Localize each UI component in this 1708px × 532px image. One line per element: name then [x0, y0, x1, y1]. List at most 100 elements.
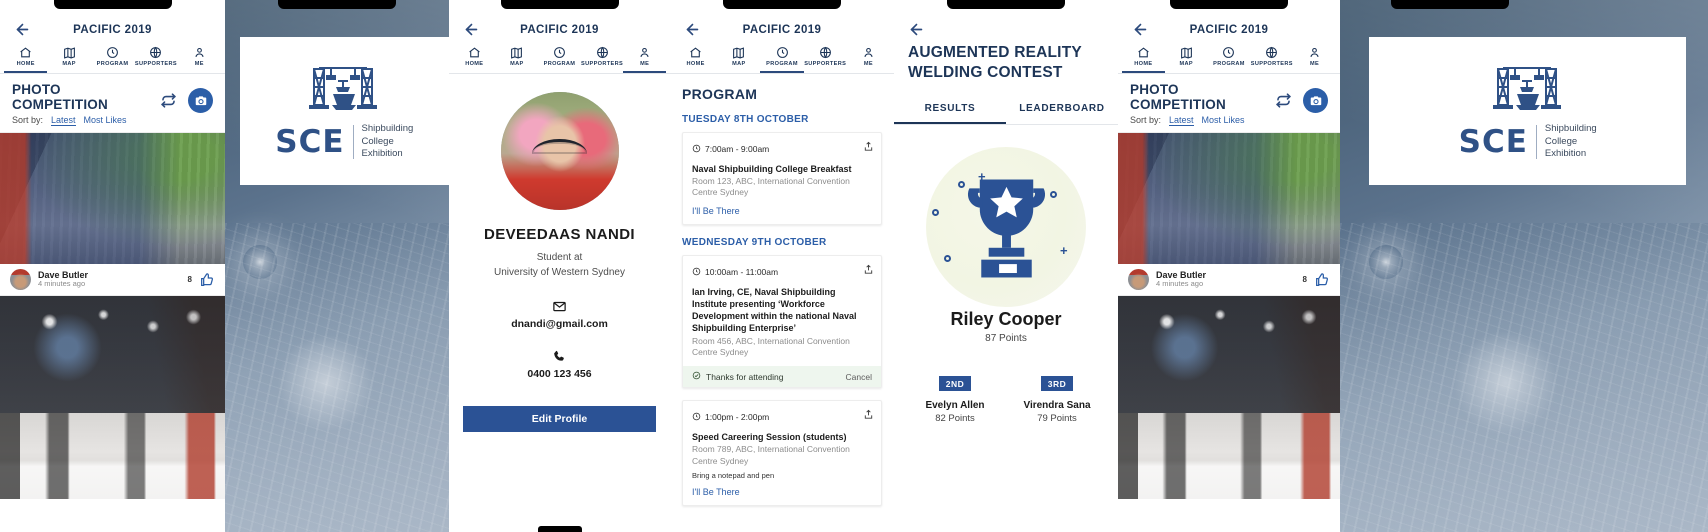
logo-divider [1535, 125, 1537, 159]
nav-item-map[interactable]: MAP [717, 45, 760, 73]
nav-item-program[interactable]: PROGRAM [1208, 45, 1251, 73]
thumbs-up-icon[interactable] [199, 272, 215, 288]
feed-photo[interactable] [0, 133, 225, 264]
back-button[interactable] [461, 20, 481, 40]
clock-icon [1222, 45, 1236, 59]
nav-item-home[interactable]: HOME [4, 45, 48, 73]
nav-label-home: HOME [465, 61, 484, 67]
person-icon [1308, 45, 1322, 59]
session-card[interactable]: 10:00am - 11:00am Ian Irving, CE, Naval … [682, 254, 882, 389]
like-count: 8 [187, 275, 192, 284]
nav-label-me: ME [1310, 61, 1320, 67]
thumbs-up-icon[interactable] [1314, 272, 1330, 288]
phone-panel-contest-results: AUGMENTED REALITY WELDING CONTEST RESULT… [894, 0, 1118, 532]
phone-panel-profile: PACIFIC 2019 HOME MAP PROGRAM SUPPORTERS… [449, 0, 670, 532]
feed-photo[interactable] [0, 296, 225, 413]
nav-item-supporters[interactable]: SUPPORTERS [581, 45, 624, 73]
cancel-attendance-button[interactable]: Cancel [846, 372, 872, 382]
camera-button[interactable] [1303, 88, 1328, 113]
day-header: WEDNESDAY 9TH OCTOBER [682, 236, 827, 248]
trophy-illustration: + + [916, 146, 1096, 307]
trophy-icon [967, 179, 1045, 278]
runner-up-second: 2ND Evelyn Allen 82 Points [912, 374, 998, 424]
ill-be-there-button[interactable]: I'll Be There [692, 487, 872, 497]
home-icon [19, 45, 33, 59]
nav-label-program: PROGRAM [543, 61, 576, 67]
nav-item-supporters[interactable]: SUPPORTERS [804, 45, 847, 73]
rank-badge: 2ND [938, 376, 972, 392]
share-icon[interactable] [863, 407, 874, 419]
edit-profile-button[interactable]: Edit Profile [463, 406, 656, 432]
nav-label-map: MAP [510, 61, 524, 67]
contact-phone-block[interactable]: 0400 123 456 [527, 349, 592, 380]
app-header: PACIFIC 2019 HOME MAP PROGRAM SUPPORTERS… [0, 9, 225, 74]
envelope-icon [511, 299, 608, 314]
device-notch [500, 0, 619, 9]
tab-leaderboard[interactable]: LEADERBOARD [1006, 97, 1118, 124]
post-time: 4 minutes ago [38, 279, 86, 289]
sort-option-latest[interactable]: Latest [1169, 115, 1194, 126]
feed-photo[interactable] [0, 413, 225, 499]
nav-label-me: ME [194, 61, 204, 67]
nav-item-home[interactable]: HOME [1122, 45, 1165, 73]
device-notch [53, 0, 172, 9]
session-note: Bring a notepad and pen [692, 470, 775, 480]
refresh-icon[interactable] [1274, 91, 1293, 110]
nav-item-supporters[interactable]: SUPPORTERS [134, 45, 177, 73]
refresh-icon[interactable] [159, 91, 178, 110]
contact-email-block[interactable]: dnandi@gmail.com [511, 299, 608, 330]
contest-title-line2: WELDING CONTEST [908, 63, 1063, 81]
tab-results[interactable]: RESULTS [894, 97, 1006, 124]
feed-photo[interactable] [1118, 296, 1340, 413]
nav-item-me[interactable]: ME [1293, 45, 1336, 73]
nav-item-me[interactable]: ME [623, 45, 666, 73]
feed-photo[interactable] [1118, 413, 1340, 499]
sort-option-most-likes[interactable]: Most Likes [1202, 115, 1245, 125]
session-name: Ian Irving, CE, Naval Shipbuilding Insti… [692, 286, 857, 334]
logo-subtitle-line3: Exhibition [1544, 148, 1587, 160]
profile-role: Student at University of Western Sydney [494, 251, 625, 280]
nav-item-map[interactable]: MAP [1165, 45, 1208, 73]
session-card[interactable]: 1:00pm - 2:00pm Speed Careering Session … [682, 400, 882, 506]
share-icon[interactable] [863, 262, 874, 274]
nav-item-me[interactable]: ME [178, 45, 221, 73]
phone-panel-splash-right: SCE Shipbuilding College Exhibition [1340, 0, 1708, 532]
nav-item-supporters[interactable]: SUPPORTERS [1250, 45, 1293, 73]
app-title: PACIFIC 2019 [1189, 23, 1269, 36]
profile-phone: 0400 123 456 [527, 368, 592, 380]
clock-icon [106, 45, 120, 59]
nav-item-map[interactable]: MAP [47, 45, 90, 73]
sort-option-most-likes[interactable]: Most Likes [84, 115, 127, 125]
back-button[interactable] [12, 20, 32, 40]
camera-button[interactable] [188, 88, 213, 113]
nav-item-program[interactable]: PROGRAM [760, 45, 804, 73]
nav-item-program[interactable]: PROGRAM [91, 45, 134, 73]
app-header: PACIFIC 2019 HOME MAP PROGRAM SUPPORTERS… [1118, 9, 1340, 74]
nav-item-home[interactable]: HOME [674, 45, 717, 73]
nav-label-supporters: SUPPORTERS [804, 61, 847, 67]
photo-competition-header: PHOTO COMPETITION Sort by: Latest Most L… [1118, 74, 1340, 133]
globe-icon [595, 45, 609, 59]
logo-subtitle-line2: College [361, 135, 394, 147]
nav-item-program[interactable]: PROGRAM [538, 45, 581, 73]
device-notch [947, 0, 1065, 9]
profile-screen: DEVEEDAAS NANDI Student at University of… [449, 74, 670, 532]
back-button[interactable] [894, 19, 1118, 39]
nav-item-me[interactable]: ME [847, 45, 890, 73]
feed-photo[interactable] [1118, 133, 1340, 264]
nav-item-map[interactable]: MAP [496, 45, 539, 73]
session-card[interactable]: 7:00am - 9:00am Naval Shipbuilding Colle… [682, 132, 882, 225]
attending-text: Thanks for attending [706, 371, 784, 382]
screenshot-stage: PACIFIC 2019 HOME MAP PROGRAM SUPPORTERS… [0, 0, 1708, 532]
sort-option-latest[interactable]: Latest [51, 115, 76, 126]
back-button[interactable] [682, 20, 702, 40]
nav-item-home[interactable]: HOME [453, 45, 496, 73]
feed-post-meta: Dave Butler 4 minutes ago 8 [1118, 264, 1340, 296]
share-icon[interactable] [863, 139, 874, 151]
sort-by-label: Sort by: [1130, 115, 1162, 125]
back-button[interactable] [1130, 20, 1150, 40]
contest-tabs: RESULTS LEADERBOARD [894, 97, 1118, 125]
map-icon [510, 45, 524, 59]
profile-role-line1: Student at [536, 252, 583, 263]
ill-be-there-button[interactable]: I'll Be There [692, 206, 872, 216]
